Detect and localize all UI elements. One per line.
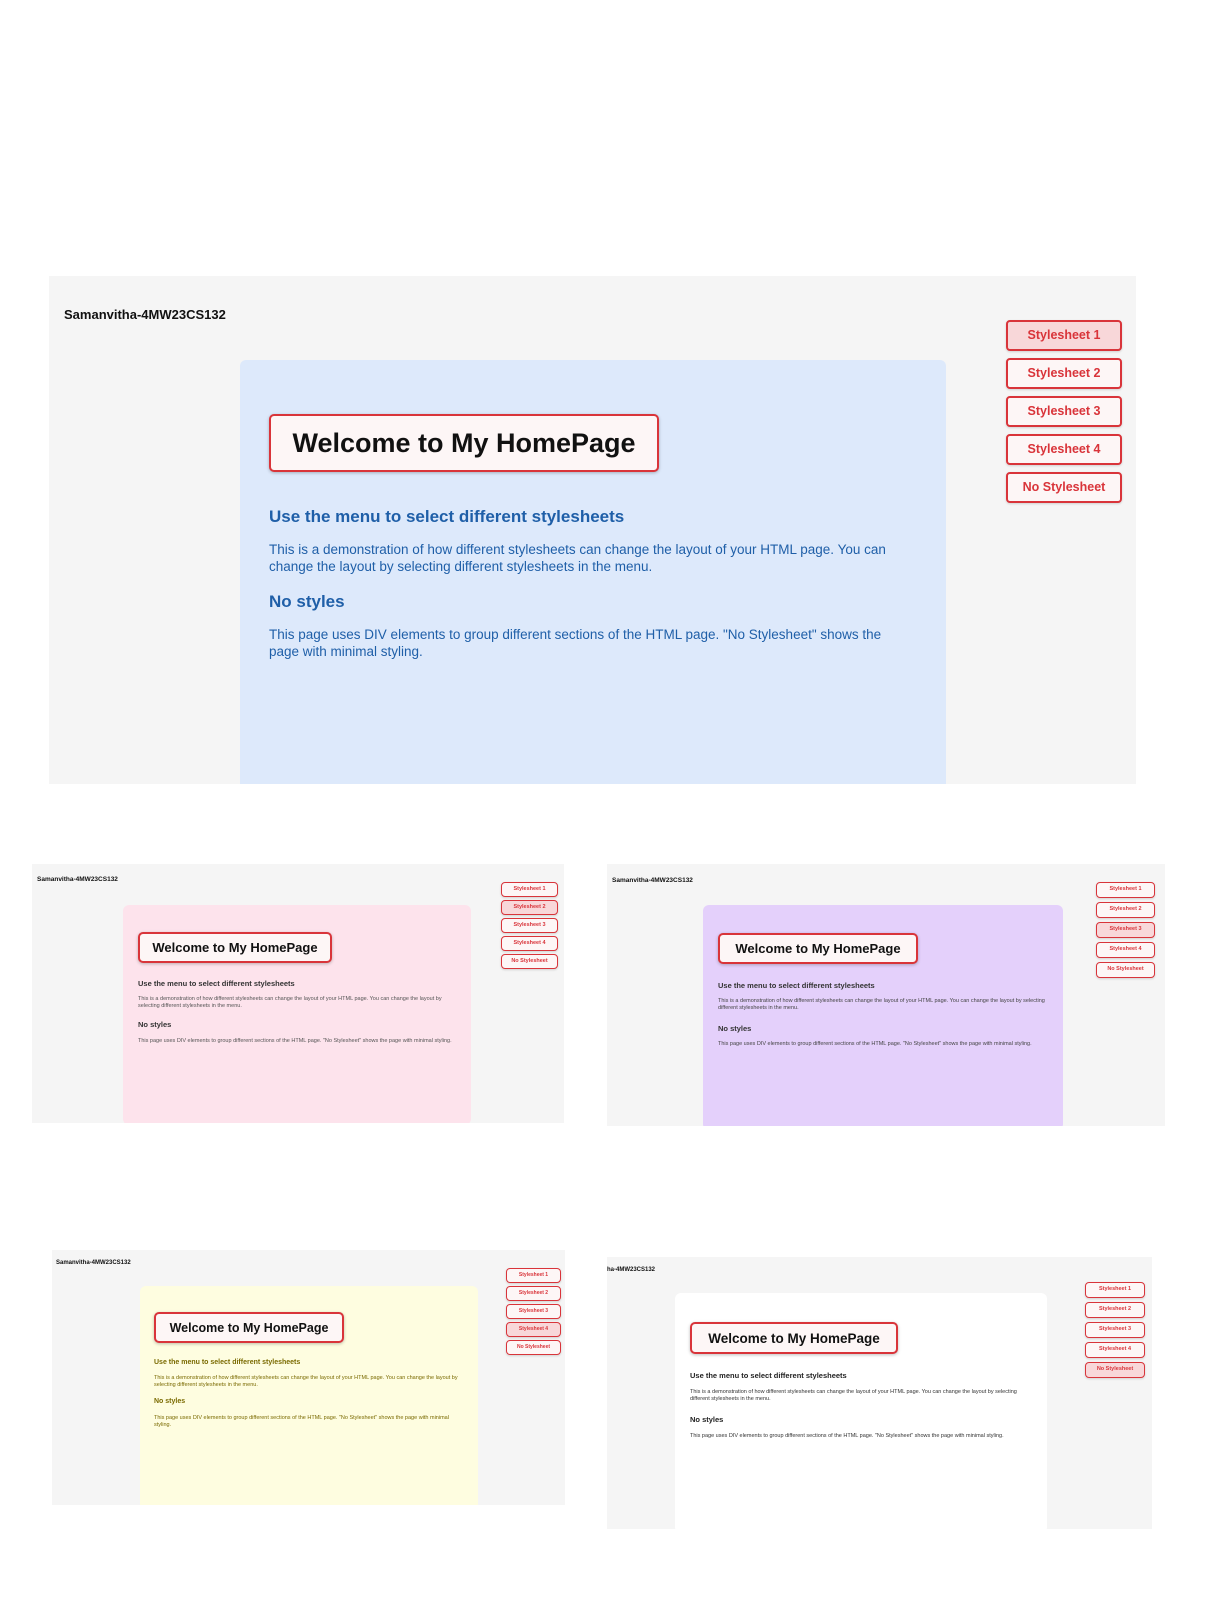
stylesheet-1-button[interactable]: Stylesheet 1: [506, 1268, 561, 1283]
stylesheet-4-button[interactable]: Stylesheet 4: [501, 936, 558, 951]
section-heading-no-styles: No styles: [138, 1020, 172, 1029]
page-title: Welcome to My HomePage: [138, 932, 332, 963]
stylesheet-menu: Stylesheet 1 Stylesheet 2 Stylesheet 3 S…: [501, 882, 558, 969]
stylesheet-4-button[interactable]: Stylesheet 4: [1096, 942, 1155, 958]
content-card: Welcome to My HomePage Use the menu to s…: [123, 905, 471, 1123]
no-stylesheet-button[interactable]: No Stylesheet: [501, 954, 558, 969]
stylesheet-4-button[interactable]: Stylesheet 4: [506, 1322, 561, 1337]
paragraph-demo: This is a demonstration of how different…: [690, 1389, 1017, 1402]
section-heading-menu: Use the menu to select different stylesh…: [690, 1371, 847, 1380]
stylesheet-menu: Stylesheet 1 Stylesheet 2 Stylesheet 3 S…: [1006, 320, 1122, 503]
screenshot-stylesheet-4: Samanvitha-4MW23CS132 Welcome to My Home…: [52, 1250, 565, 1505]
screenshot-stylesheet-3: Samanvitha-4MW23CS132 Welcome to My Home…: [607, 864, 1165, 1126]
paragraph-div-elements: This page uses DIV elements to group dif…: [690, 1433, 1004, 1439]
page-title: Welcome to My HomePage: [690, 1322, 898, 1354]
page-title: Welcome to My HomePage: [718, 933, 918, 964]
stylesheet-2-button[interactable]: Stylesheet 2: [1085, 1302, 1145, 1318]
no-stylesheet-button[interactable]: No Stylesheet: [506, 1340, 561, 1355]
page-title: Welcome to My HomePage: [154, 1312, 344, 1343]
screenshot-stylesheet-2: Samanvitha-4MW23CS132 Welcome to My Home…: [32, 864, 564, 1123]
author-label: Samanvitha-4MW23CS132: [612, 877, 693, 884]
no-stylesheet-button[interactable]: No Stylesheet: [1085, 1362, 1145, 1378]
stylesheet-3-button[interactable]: Stylesheet 3: [1096, 922, 1155, 938]
paragraph-demo: This is a demonstration of how different…: [154, 1375, 458, 1388]
no-stylesheet-button[interactable]: No Stylesheet: [1096, 962, 1155, 978]
stylesheet-2-button[interactable]: Stylesheet 2: [1096, 902, 1155, 918]
screenshot-stylesheet-1: Samanvitha-4MW23CS132 Welcome to My Home…: [49, 276, 1136, 784]
page-title: Welcome to My HomePage: [269, 414, 659, 472]
author-label: Samanvitha-4MW23CS132: [64, 307, 226, 322]
no-stylesheet-button[interactable]: No Stylesheet: [1006, 472, 1122, 503]
stylesheet-3-button[interactable]: Stylesheet 3: [506, 1304, 561, 1319]
paragraph-div-elements: This page uses DIV elements to group dif…: [154, 1415, 449, 1428]
stylesheet-3-button[interactable]: Stylesheet 3: [1006, 396, 1122, 427]
stylesheet-2-button[interactable]: Stylesheet 2: [506, 1286, 561, 1301]
content-card: Welcome to My HomePage Use the menu to s…: [240, 360, 946, 784]
section-heading-no-styles: No styles: [154, 1398, 186, 1405]
section-heading-no-styles: No styles: [269, 592, 345, 611]
paragraph-div-elements: This page uses DIV elements to group dif…: [718, 1041, 1032, 1047]
stylesheet-menu: Stylesheet 1 Stylesheet 2 Stylesheet 3 S…: [1096, 882, 1155, 978]
paragraph-demo: This is a demonstration of how different…: [138, 996, 442, 1009]
author-label-cropped: ha-4MW23CS132: [607, 1267, 656, 1273]
stylesheet-2-button[interactable]: Stylesheet 2: [501, 900, 558, 915]
content-card: Welcome to My HomePage Use the menu to s…: [140, 1286, 478, 1505]
paragraph-div-elements: This page uses DIV elements to group dif…: [269, 627, 882, 659]
stylesheet-4-button[interactable]: Stylesheet 4: [1085, 1342, 1145, 1358]
stylesheet-2-button[interactable]: Stylesheet 2: [1006, 358, 1122, 389]
section-heading-menu: Use the menu to select different stylesh…: [269, 507, 625, 526]
stylesheet-1-button[interactable]: Stylesheet 1: [501, 882, 558, 897]
paragraph-demo: This is a demonstration of how different…: [718, 998, 1045, 1011]
author-label: Samanvitha-4MW23CS132: [37, 876, 118, 883]
paragraph-div-elements: This page uses DIV elements to group dif…: [138, 1038, 452, 1044]
stylesheet-3-button[interactable]: Stylesheet 3: [1085, 1322, 1145, 1338]
stylesheet-menu: Stylesheet 1 Stylesheet 2 Stylesheet 3 S…: [506, 1268, 561, 1355]
stylesheet-1-button[interactable]: Stylesheet 1: [1085, 1282, 1145, 1298]
section-heading-menu: Use the menu to select different stylesh…: [718, 981, 875, 990]
section-heading-menu: Use the menu to select different stylesh…: [154, 1359, 301, 1366]
stylesheet-1-button[interactable]: Stylesheet 1: [1096, 882, 1155, 898]
stylesheet-1-button[interactable]: Stylesheet 1: [1006, 320, 1122, 351]
content-card: Welcome to My HomePage Use the menu to s…: [675, 1293, 1047, 1529]
screenshot-no-stylesheet: ha-4MW23CS132 Welcome to My HomePage Use…: [607, 1257, 1152, 1529]
stylesheet-menu: Stylesheet 1 Stylesheet 2 Stylesheet 3 S…: [1085, 1282, 1145, 1378]
author-label: Samanvitha-4MW23CS132: [56, 1260, 131, 1266]
stylesheet-3-button[interactable]: Stylesheet 3: [501, 918, 558, 933]
section-heading-menu: Use the menu to select different stylesh…: [138, 979, 295, 988]
section-heading-no-styles: No styles: [690, 1415, 724, 1424]
section-heading-no-styles: No styles: [718, 1024, 752, 1033]
paragraph-demo: This is a demonstration of how different…: [269, 542, 886, 574]
content-card: Welcome to My HomePage Use the menu to s…: [703, 905, 1063, 1126]
stylesheet-4-button[interactable]: Stylesheet 4: [1006, 434, 1122, 465]
